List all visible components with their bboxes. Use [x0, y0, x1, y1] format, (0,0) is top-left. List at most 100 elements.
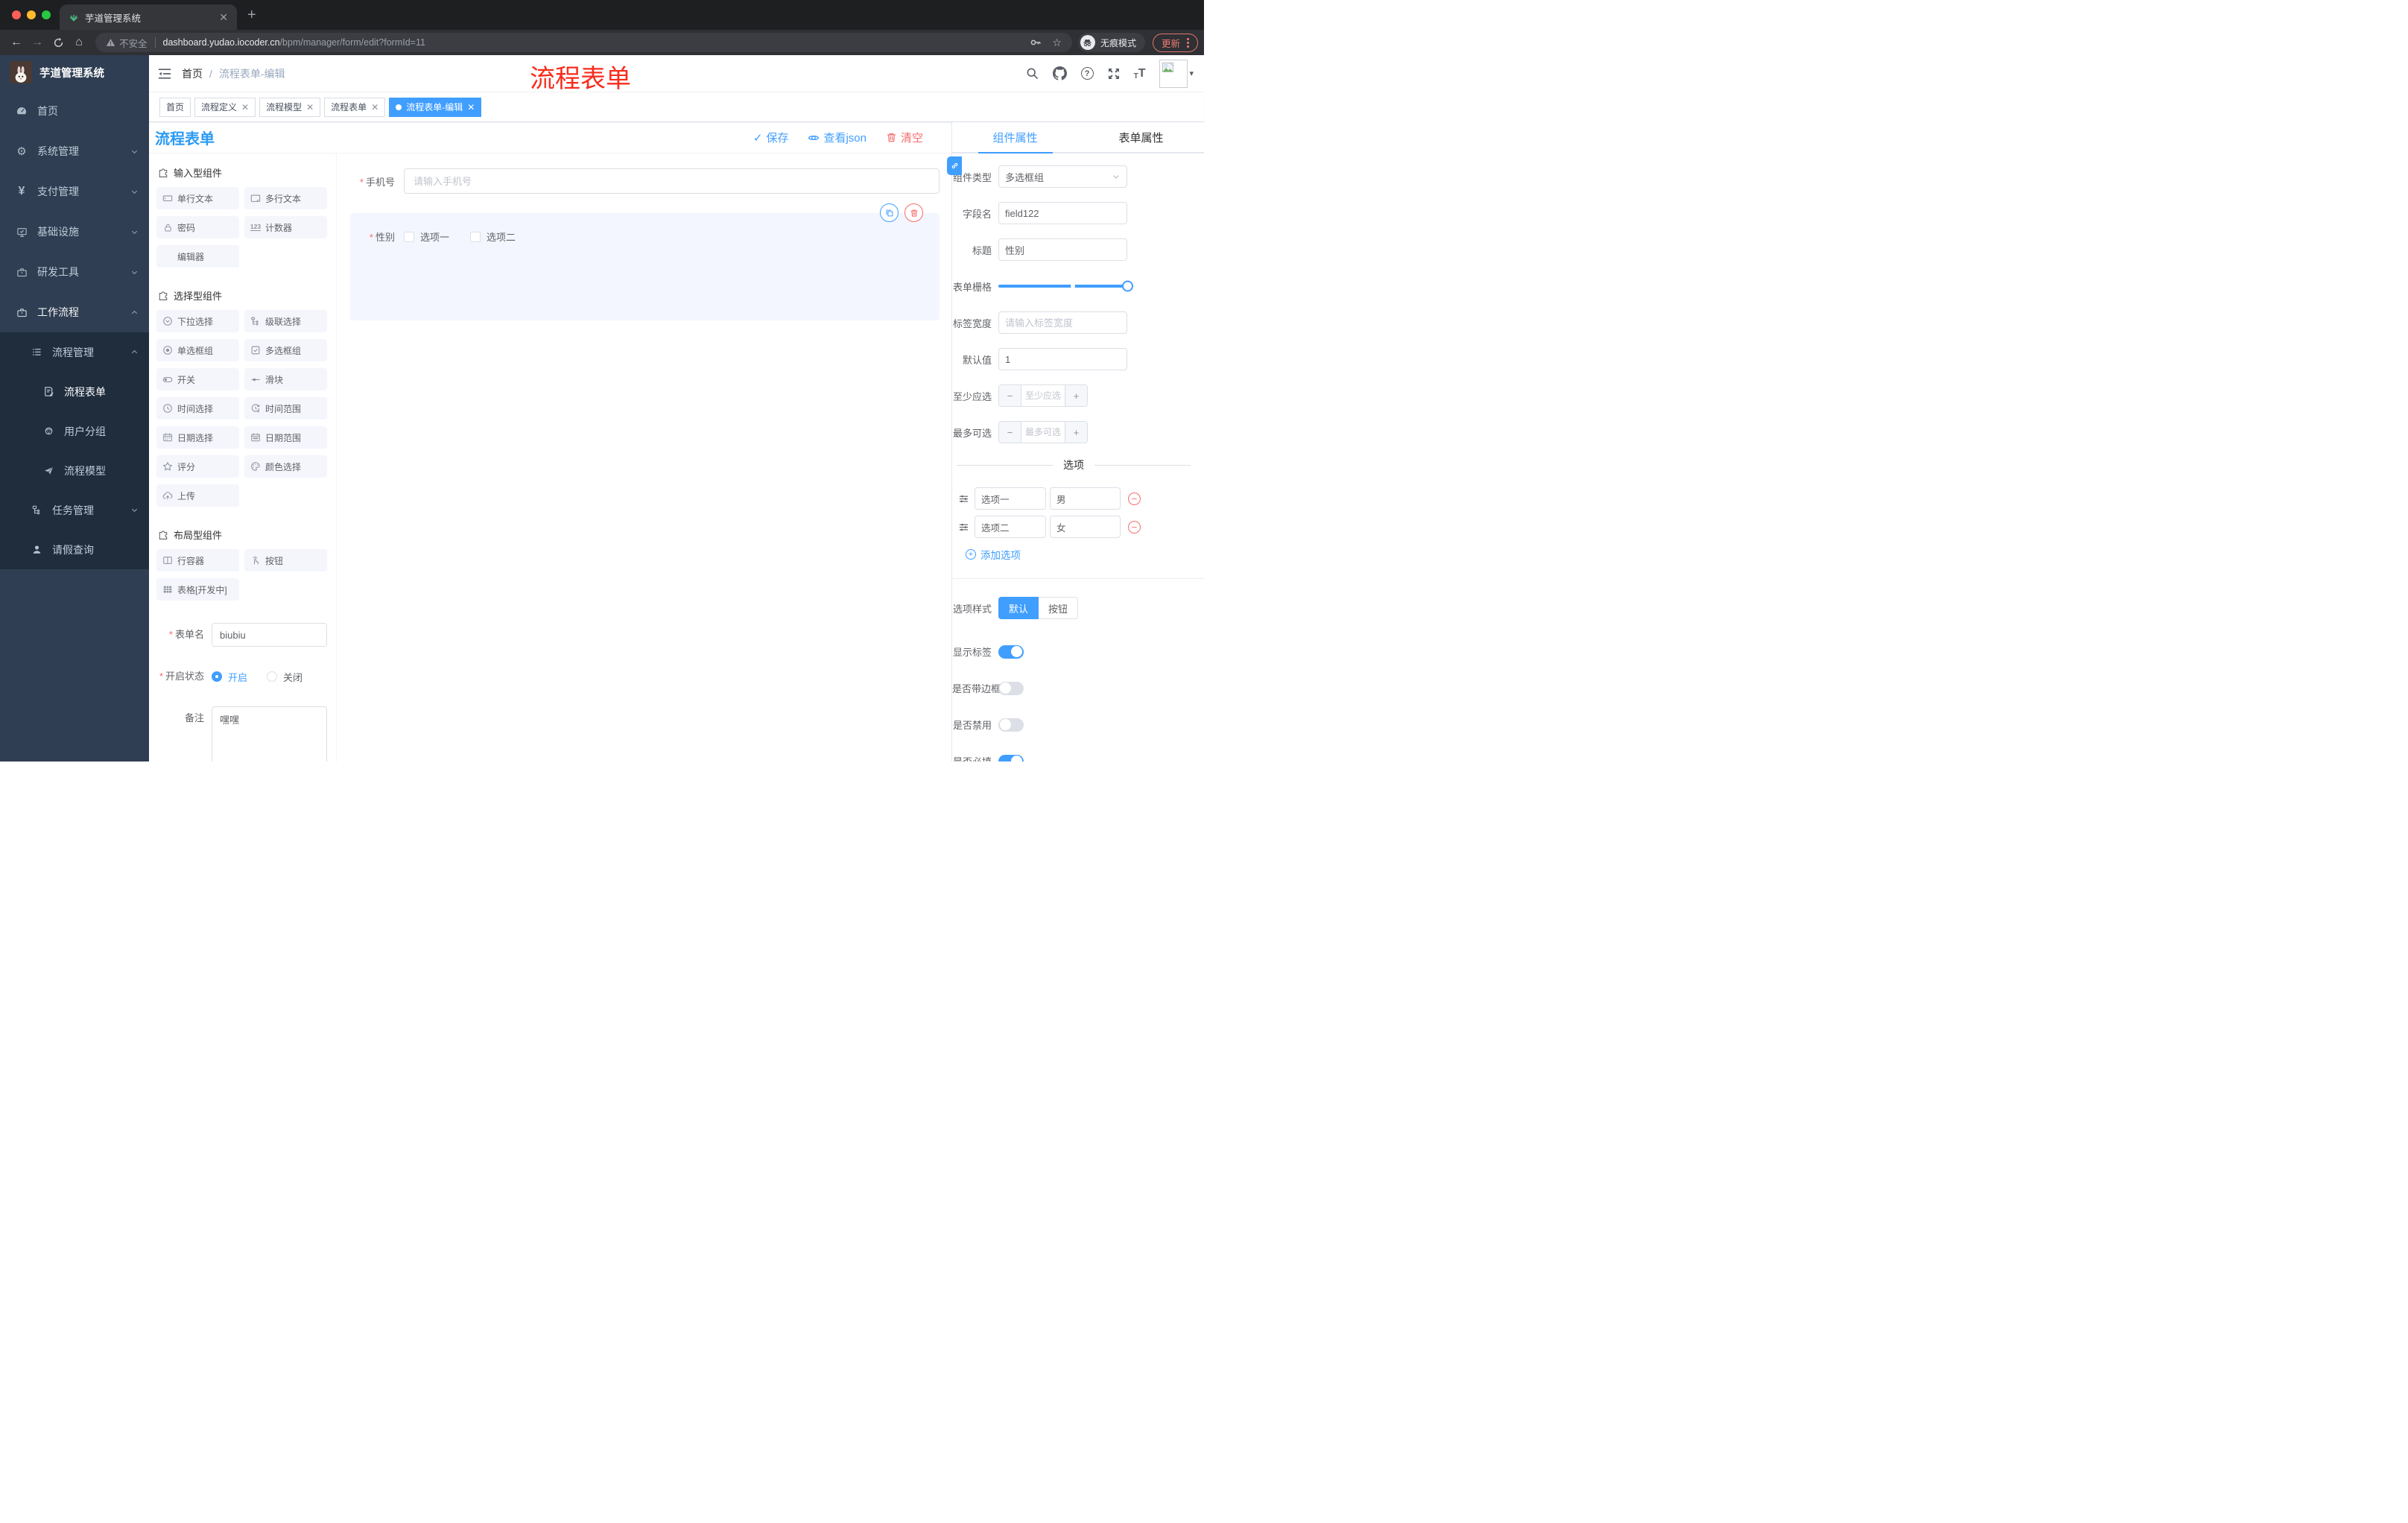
add-option-button[interactable]: + 添加选项	[952, 547, 1204, 562]
component-chip-slider[interactable]: 滑块	[244, 368, 327, 390]
new-tab-button[interactable]: +	[237, 7, 267, 24]
tag-process-form-edit[interactable]: 流程表单-编辑 ✕	[389, 97, 482, 117]
close-icon[interactable]: ✕	[241, 102, 249, 113]
sidebar-item-leave-query[interactable]: 请假查询	[0, 530, 149, 569]
minimize-window-button[interactable]	[27, 10, 36, 19]
sidebar-item-system[interactable]: ⚙ 系统管理	[0, 131, 149, 171]
remove-option-button[interactable]: −	[1128, 492, 1141, 505]
bookmark-star-icon[interactable]: ☆	[1052, 37, 1062, 49]
gender-option-1-checkbox[interactable]: 选项一	[404, 229, 449, 244]
forward-icon[interactable]: →	[27, 32, 48, 53]
form-grid-slider[interactable]	[998, 275, 1133, 297]
browser-update-button[interactable]: 更新	[1152, 33, 1198, 52]
browser-menu-icon[interactable]	[1187, 37, 1189, 48]
sidebar-item-process-management[interactable]: 流程管理	[0, 332, 149, 372]
sidebar-item-devtools[interactable]: 研发工具	[0, 252, 149, 292]
border-toggle[interactable]	[998, 681, 1024, 695]
increase-button[interactable]: +	[1065, 422, 1087, 443]
option-2-label-input[interactable]	[975, 516, 1046, 538]
component-chip-multi-line-text[interactable]: 多行文本	[244, 187, 327, 209]
tag-process-definition[interactable]: 流程定义 ✕	[194, 97, 256, 117]
canvas-field-phone[interactable]: * 手机号	[350, 168, 940, 194]
drag-handle-icon[interactable]	[958, 493, 969, 504]
avatar[interactable]: ▾	[1159, 59, 1194, 88]
tab-form-props[interactable]: 表单属性	[1078, 122, 1204, 153]
component-chip-password[interactable]: 密码	[156, 216, 239, 238]
option-1-value-input[interactable]	[1050, 487, 1121, 510]
component-chip-editor[interactable]: 编辑器	[156, 245, 239, 267]
sidebar-item-payment[interactable]: ¥ 支付管理	[0, 171, 149, 212]
remove-option-button[interactable]: −	[1128, 520, 1141, 533]
component-chip-time-range[interactable]: 时间范围	[244, 397, 327, 419]
option-2-value-input[interactable]	[1050, 516, 1121, 538]
tag-home[interactable]: 首页	[159, 97, 191, 117]
tab-close-icon[interactable]: ✕	[219, 11, 228, 24]
passwords-key-icon[interactable]	[1030, 37, 1042, 48]
required-toggle[interactable]	[998, 754, 1024, 762]
component-chip-upload[interactable]: 上传	[156, 484, 239, 507]
phone-input[interactable]	[404, 168, 940, 194]
component-chip-color-picker[interactable]: 颜色选择	[244, 455, 327, 478]
sidebar-item-task-management[interactable]: 任务管理	[0, 490, 149, 530]
sidebar-collapse-icon[interactable]	[158, 68, 171, 80]
delete-component-button[interactable]	[904, 203, 923, 222]
label-width-input[interactable]	[998, 311, 1127, 334]
github-icon[interactable]	[1052, 66, 1067, 80]
sidebar-item-home[interactable]: 首页	[0, 91, 149, 131]
style-button-button[interactable]: 按钮	[1039, 597, 1079, 619]
component-chip-switch[interactable]: 开关	[156, 368, 239, 390]
style-default-button[interactable]: 默认	[998, 597, 1039, 619]
help-icon[interactable]: ?	[1080, 67, 1094, 80]
option-1-label-input[interactable]	[975, 487, 1046, 510]
security-warning[interactable]: 不安全	[106, 36, 148, 50]
browser-tab[interactable]: 芋道管理系统 ✕	[60, 4, 237, 30]
form-remark-textarea[interactable]: 嘿嘿	[212, 706, 327, 762]
component-chip-rate[interactable]: 评分	[156, 455, 239, 478]
search-icon[interactable]	[1026, 67, 1039, 80]
sidebar-item-user-groups[interactable]: 用户分组	[0, 411, 149, 451]
duplicate-component-button[interactable]	[880, 203, 899, 222]
zoom-window-button[interactable]	[42, 10, 51, 19]
sidebar-item-process-model[interactable]: 流程模型	[0, 451, 149, 490]
view-json-button[interactable]: 查看json	[808, 130, 866, 145]
close-window-button[interactable]	[12, 10, 21, 19]
tab-component-props[interactable]: 组件属性	[952, 122, 1078, 153]
sidebar-item-infrastructure[interactable]: 基础设施	[0, 212, 149, 252]
decrease-button[interactable]: −	[999, 385, 1021, 406]
min-select-input[interactable]	[1021, 385, 1065, 406]
component-chip-radio-group[interactable]: 单选框组	[156, 339, 239, 361]
tag-process-model[interactable]: 流程模型 ✕	[259, 97, 321, 117]
component-chip-date-picker[interactable]: 日期选择	[156, 426, 239, 449]
font-size-icon[interactable]: TT	[1134, 67, 1146, 80]
increase-button[interactable]: +	[1065, 385, 1087, 406]
title-input[interactable]	[998, 238, 1127, 261]
component-chip-date-range[interactable]: 日期范围	[244, 426, 327, 449]
gender-option-2-checkbox[interactable]: 选项二	[470, 229, 516, 244]
canvas-field-gender-selected[interactable]: * 性别 选项一 选项二	[350, 203, 940, 320]
back-icon[interactable]: ←	[6, 32, 27, 53]
component-chip-button[interactable]: 按钮	[244, 549, 327, 571]
save-button[interactable]: ✓ 保存	[753, 130, 789, 145]
component-chip-single-line-text[interactable]: 单行文本	[156, 187, 239, 209]
status-on-radio[interactable]: 开启	[212, 670, 247, 684]
sidebar-item-process-form[interactable]: 流程表单	[0, 372, 149, 411]
default-value-input[interactable]	[998, 348, 1127, 370]
component-chip-row-container[interactable]: 行容器	[156, 549, 239, 571]
form-canvas[interactable]: * 手机号 请输入手机号 * 性别 选项一 选项二	[337, 153, 951, 762]
close-icon[interactable]: ✕	[467, 102, 475, 113]
disabled-toggle[interactable]	[998, 718, 1024, 732]
max-select-input[interactable]	[1021, 422, 1065, 443]
status-off-radio[interactable]: 关闭	[267, 670, 302, 684]
field-name-input[interactable]	[998, 202, 1127, 224]
address-bar[interactable]: 不安全 dashboard.yudao.iocoder.cn/bpm/manag…	[95, 33, 1072, 52]
clear-button[interactable]: 清空	[886, 130, 923, 145]
component-type-select[interactable]: 多选框组	[998, 165, 1127, 188]
close-icon[interactable]: ✕	[371, 102, 378, 113]
breadcrumb-home[interactable]: 首页	[182, 66, 203, 81]
component-chip-counter[interactable]: 123 计数器	[244, 216, 327, 238]
component-chip-select[interactable]: 下拉选择	[156, 310, 239, 332]
drag-handle-icon[interactable]	[958, 522, 969, 533]
reload-icon[interactable]	[48, 32, 69, 53]
sidebar-item-workflow[interactable]: 工作流程	[0, 292, 149, 332]
slider-thumb[interactable]	[1122, 280, 1133, 292]
